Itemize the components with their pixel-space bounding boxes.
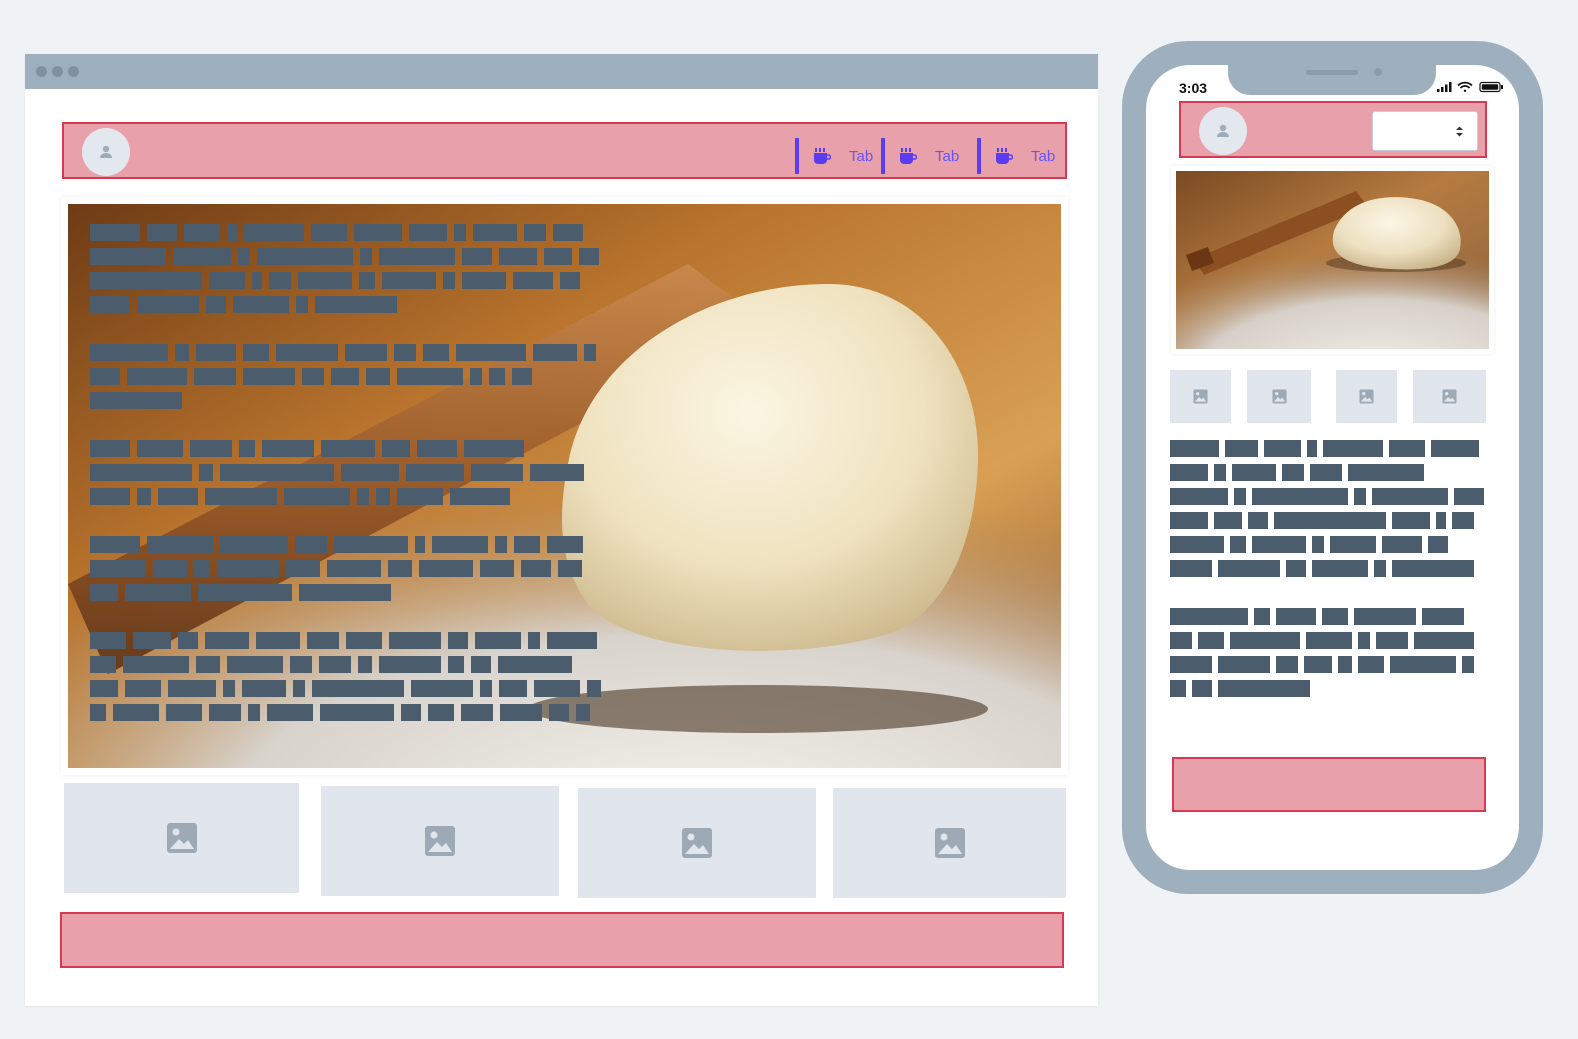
avatar[interactable]	[82, 128, 130, 176]
status-icons	[1437, 81, 1503, 93]
image-icon	[1271, 389, 1287, 404]
paragraph	[90, 536, 605, 601]
tab-label: Tab	[935, 147, 960, 165]
coffee-icon	[996, 147, 1013, 164]
window-dot	[68, 66, 79, 77]
site-header: Tab Tab Tab	[62, 122, 1067, 179]
hero-text-block	[90, 224, 605, 721]
image-icon	[1193, 389, 1208, 404]
desktop-browser-window: Tab Tab Tab	[25, 54, 1098, 1006]
mobile-header	[1179, 101, 1487, 158]
mobile-thumbnail-4[interactable]	[1413, 370, 1486, 423]
paragraph	[90, 632, 605, 721]
site-footer	[60, 912, 1064, 968]
user-icon	[100, 145, 112, 158]
phone-notch	[1228, 65, 1436, 95]
coffee-icon	[814, 147, 831, 164]
wifi-icon	[1457, 81, 1473, 92]
status-time: 3:03	[1179, 80, 1208, 96]
mobile-text-block	[1170, 440, 1490, 697]
image-icon	[1442, 389, 1457, 404]
tab-1[interactable]: Tab	[795, 138, 881, 174]
paragraph	[1170, 440, 1490, 577]
phone-screen: 3:03	[1146, 65, 1519, 870]
tab-label: Tab	[849, 147, 874, 165]
mobile-thumbnail-1[interactable]	[1170, 370, 1231, 423]
thumbnail-2[interactable]	[321, 786, 559, 896]
dough-photo	[1176, 171, 1489, 349]
image-icon	[1359, 389, 1374, 404]
mobile-hero-photo	[1176, 171, 1489, 349]
browser-title-bar	[25, 54, 1098, 89]
mobile-hero-card	[1171, 166, 1494, 354]
tab-label: Tab	[1031, 147, 1056, 165]
paragraph	[90, 440, 605, 505]
paragraph	[90, 224, 605, 313]
thumbnail-4[interactable]	[833, 788, 1066, 898]
battery-icon	[1479, 81, 1503, 93]
select-chevrons-icon	[1456, 126, 1463, 137]
tab-2[interactable]: Tab	[881, 138, 977, 174]
hero-card	[61, 197, 1068, 775]
mobile-thumbnail-2[interactable]	[1247, 370, 1311, 423]
image-icon	[934, 828, 965, 858]
phone-frame: 3:03	[1122, 41, 1543, 894]
image-icon	[425, 826, 455, 856]
image-icon	[166, 823, 197, 853]
menu-select[interactable]	[1372, 111, 1478, 151]
mobile-footer	[1172, 757, 1486, 812]
window-dot	[36, 66, 47, 77]
speaker-grille	[1306, 70, 1358, 75]
user-icon	[1217, 124, 1229, 137]
coffee-icon	[900, 147, 917, 164]
paragraph	[1170, 608, 1490, 697]
front-camera	[1374, 68, 1382, 76]
mobile-thumbnail-3[interactable]	[1336, 370, 1397, 423]
thumbnail-3[interactable]	[578, 788, 816, 898]
tab-3[interactable]: Tab	[977, 138, 1063, 174]
avatar[interactable]	[1199, 107, 1247, 155]
tab-bar: Tab Tab Tab	[795, 138, 1063, 174]
signal-icon	[1437, 82, 1452, 92]
window-dot	[52, 66, 63, 77]
image-icon	[682, 828, 712, 858]
paragraph	[90, 344, 605, 409]
thumbnail-1[interactable]	[64, 783, 299, 893]
